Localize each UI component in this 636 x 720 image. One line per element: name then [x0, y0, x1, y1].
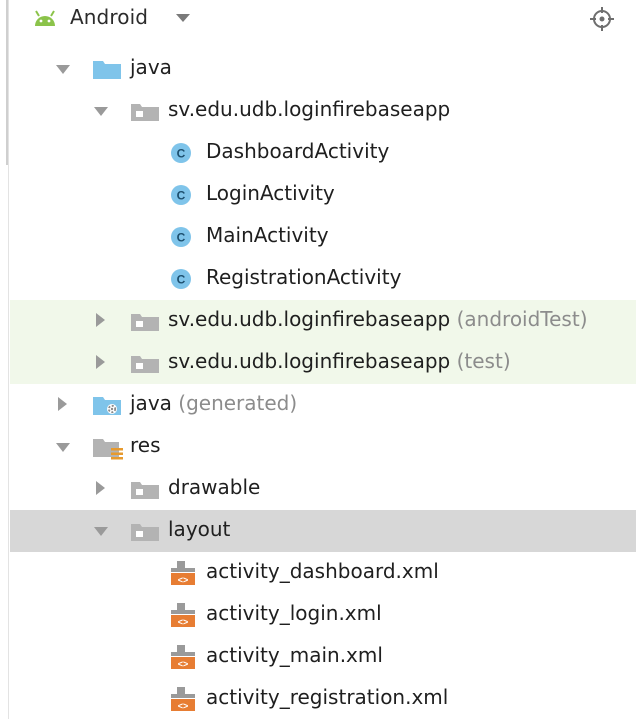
folder-icon — [93, 61, 121, 79]
expand-arrow-right-icon[interactable] — [96, 355, 105, 369]
generated-folder-icon — [93, 397, 121, 415]
tree-node-class[interactable]: C DashboardActivity — [10, 132, 636, 174]
class-icon: C — [171, 227, 191, 247]
class-icon: C — [171, 269, 191, 289]
package-icon — [131, 524, 159, 541]
chevron-down-icon[interactable] — [176, 14, 190, 22]
locate-crosshair-icon[interactable] — [589, 6, 615, 32]
layout-xml-file-icon: <> — [171, 645, 195, 669]
tree-node-suffix: (androidTest) — [456, 307, 588, 331]
tree-node-class[interactable]: C RegistrationActivity — [10, 258, 636, 300]
tree-node-label: DashboardActivity — [206, 139, 390, 163]
class-icon: C — [171, 185, 191, 205]
tree-node-xml-file[interactable]: <> activity_login.xml — [10, 594, 636, 636]
svg-text:<>: <> — [178, 701, 189, 711]
tree-node-xml-file[interactable]: <> activity_main.xml — [10, 636, 636, 678]
layout-xml-file-icon: <> — [171, 561, 195, 585]
layout-xml-file-icon: <> — [171, 603, 195, 627]
left-border — [8, 0, 9, 719]
tree-node-label: sv.edu.udb.loginfirebaseapp — [168, 97, 451, 121]
tree-node-suffix: (generated) — [178, 391, 298, 415]
package-icon — [131, 314, 159, 331]
svg-text:<>: <> — [178, 659, 189, 669]
package-icon — [131, 482, 159, 499]
tree-node-drawable[interactable]: drawable — [10, 468, 636, 510]
expand-arrow-right-icon[interactable] — [58, 397, 67, 411]
expand-arrow-right-icon[interactable] — [96, 481, 105, 495]
tree-node-xml-file[interactable]: <> activity_dashboard.xml — [10, 552, 636, 594]
tree-node-label: activity_main.xml — [206, 643, 383, 667]
tree-node-label: sv.edu.udb.loginfirebaseapp (androidTest… — [168, 307, 588, 331]
tree-node-label: RegistrationActivity — [206, 265, 402, 289]
svg-text:C: C — [177, 189, 186, 203]
svg-text:C: C — [177, 147, 186, 161]
expand-arrow-down-icon[interactable] — [94, 527, 108, 536]
tree-node-java-generated[interactable]: java (generated) — [10, 384, 636, 426]
view-selector-label[interactable]: Android — [70, 5, 148, 29]
tree-node-java[interactable]: java — [10, 48, 636, 90]
svg-text:<>: <> — [178, 617, 189, 627]
tree-node-label: layout — [168, 517, 231, 541]
package-icon — [131, 356, 159, 373]
expand-arrow-down-icon[interactable] — [56, 65, 70, 74]
tree-node-label: activity_login.xml — [206, 601, 382, 625]
android-icon — [35, 10, 55, 26]
svg-text:<>: <> — [178, 575, 189, 585]
tree-node-label: drawable — [168, 475, 261, 499]
expand-arrow-down-icon[interactable] — [94, 107, 108, 116]
tree-node-label: sv.edu.udb.loginfirebaseapp (test) — [168, 349, 511, 373]
tree-node-package-android-test[interactable]: sv.edu.udb.loginfirebaseapp (androidTest… — [10, 300, 636, 342]
tree-node-label: MainActivity — [206, 223, 329, 247]
project-view-header: Android — [0, 0, 636, 36]
tree-node-label: java — [130, 55, 172, 79]
tree-node-res[interactable]: res — [10, 426, 636, 468]
tree-node-suffix: (test) — [456, 349, 511, 373]
tree-node-layout[interactable]: layout — [10, 510, 636, 552]
tree-node-label: LoginActivity — [206, 181, 335, 205]
package-icon — [131, 104, 159, 121]
tree-node-label: activity_dashboard.xml — [206, 559, 439, 583]
tree-node-label: java (generated) — [130, 391, 298, 415]
tree-node-label: res — [130, 433, 161, 457]
tree-node-label: activity_registration.xml — [206, 685, 449, 709]
class-icon: C — [171, 143, 191, 163]
tree-node-xml-file[interactable]: <> activity_registration.xml — [10, 678, 636, 720]
tree-node-package[interactable]: sv.edu.udb.loginfirebaseapp — [10, 90, 636, 132]
svg-text:C: C — [177, 231, 186, 245]
layout-xml-file-icon: <> — [171, 687, 195, 711]
expand-arrow-down-icon[interactable] — [56, 443, 70, 452]
expand-arrow-right-icon[interactable] — [96, 313, 105, 327]
tree-node-class[interactable]: C LoginActivity — [10, 174, 636, 216]
tree-node-class[interactable]: C MainActivity — [10, 216, 636, 258]
tree-node-package-test[interactable]: sv.edu.udb.loginfirebaseapp (test) — [10, 342, 636, 384]
resource-folder-icon — [93, 439, 123, 460]
svg-text:C: C — [177, 273, 186, 287]
